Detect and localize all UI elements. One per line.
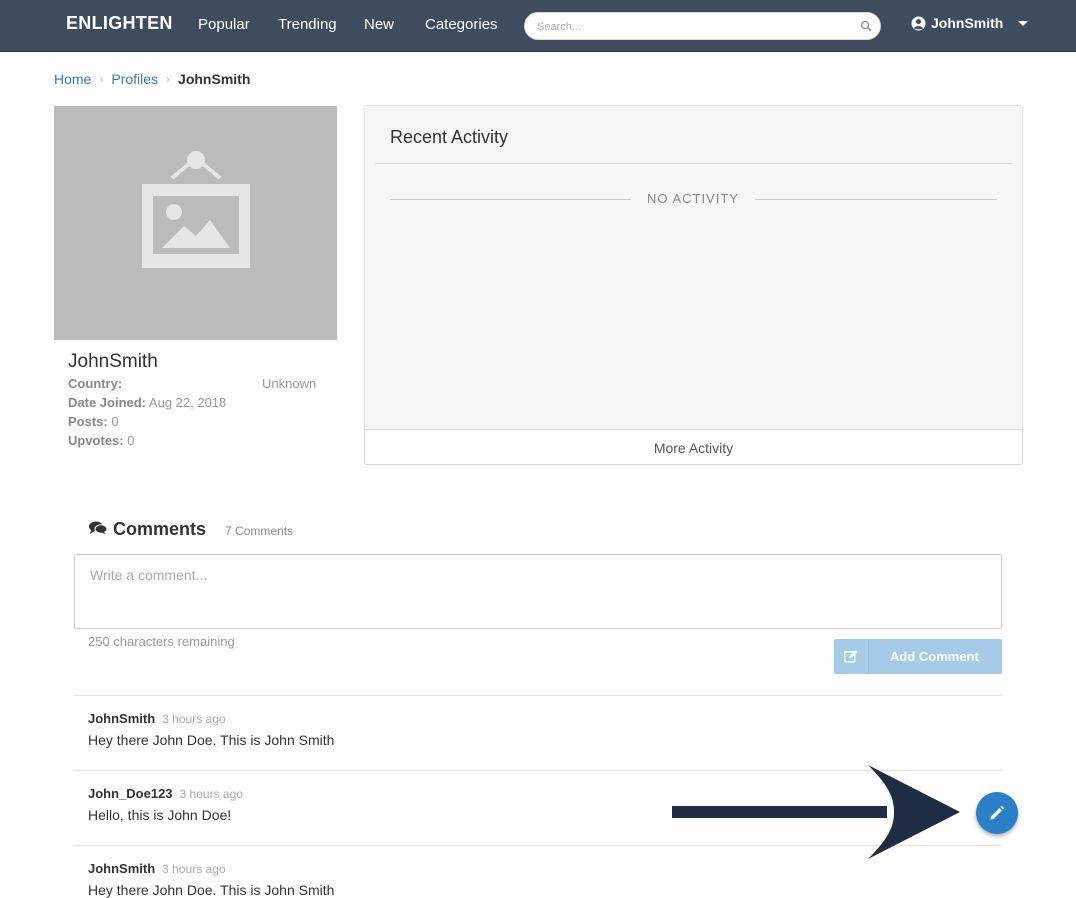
chevron-right-icon: › xyxy=(166,72,171,86)
breadcrumb-home[interactable]: Home xyxy=(54,71,91,87)
comment-meta: JohnSmith 3 hours ago xyxy=(88,711,226,726)
nav-popular[interactable]: Popular xyxy=(198,16,250,33)
profile-upvotes: Upvotes: 0 xyxy=(68,433,135,448)
comments-icon xyxy=(89,521,107,535)
nav-categories[interactable]: Categories xyxy=(425,16,498,33)
comment-meta: JohnSmith 3 hours ago xyxy=(88,861,226,876)
chars-remaining: 250 characters remaining xyxy=(88,634,235,649)
comment-box xyxy=(74,554,1002,629)
profile-username: JohnSmith xyxy=(68,351,158,372)
comment-text: Hey there John Doe. This is John Smith xyxy=(88,882,335,898)
breadcrumb: Home › Profiles › JohnSmith xyxy=(54,71,250,87)
edit-icon xyxy=(844,650,858,663)
edit-fab-button[interactable] xyxy=(976,792,1018,834)
nav-trending[interactable]: Trending xyxy=(278,16,337,33)
pencil-icon xyxy=(990,805,1005,820)
profile-country-value: Unknown xyxy=(262,376,317,391)
user-circle-icon xyxy=(911,16,926,30)
comments-count: 7 Comments xyxy=(225,524,294,538)
profile-date-joined: Date Joined: Aug 22, 2018 xyxy=(68,395,227,410)
arrow-right-icon xyxy=(672,765,960,859)
add-comment-button[interactable]: Add Comment xyxy=(834,639,1002,674)
divider xyxy=(755,199,997,200)
breadcrumb-current: JohnSmith xyxy=(178,71,251,87)
comment-text: Hello, this is John Doe! xyxy=(88,807,232,823)
user-menu[interactable]: JohnSmith xyxy=(911,15,1029,31)
search-input[interactable] xyxy=(535,17,859,37)
add-comment-label: Add Comment xyxy=(890,649,979,664)
profile-country: Country: xyxy=(68,376,123,391)
search-bar xyxy=(524,12,881,40)
brand-logo[interactable]: ENLIGHTEN xyxy=(66,13,173,34)
comments-header: Comments 7 Comments xyxy=(89,519,293,540)
edit-icon-wrap xyxy=(834,639,869,674)
comment-text: Hey there John Doe. This is John Smith xyxy=(88,732,335,748)
divider xyxy=(390,199,631,200)
breadcrumb-profiles[interactable]: Profiles xyxy=(111,71,158,87)
navbar: ENLIGHTEN Popular Trending New Categorie… xyxy=(0,0,1076,52)
no-activity-label: NO ACTIVITY xyxy=(647,191,739,206)
comment-author[interactable]: JohnSmith xyxy=(88,861,155,876)
user-menu-label: JohnSmith xyxy=(931,15,1004,31)
divider xyxy=(375,163,1012,164)
recent-activity-panel: Recent Activity NO ACTIVITY More Activit… xyxy=(364,105,1023,465)
avatar xyxy=(54,106,337,340)
comment-input[interactable] xyxy=(88,565,982,623)
profile-posts: Posts: 0 xyxy=(68,414,119,429)
comment-author[interactable]: JohnSmith xyxy=(88,711,155,726)
comment-meta: John_Doe123 3 hours ago xyxy=(88,786,243,801)
comments-title: Comments xyxy=(113,519,207,539)
comment-time: 3 hours ago xyxy=(162,862,226,876)
recent-activity-title: Recent Activity xyxy=(390,127,509,147)
caret-down-icon xyxy=(1018,20,1029,26)
divider xyxy=(74,695,1002,696)
search-icon[interactable] xyxy=(860,20,872,32)
chevron-right-icon: › xyxy=(99,72,104,86)
comment-time: 3 hours ago xyxy=(179,787,243,801)
nav-new[interactable]: New xyxy=(364,16,394,33)
image-placeholder-icon xyxy=(142,151,250,268)
more-activity-button[interactable]: More Activity xyxy=(364,429,1023,465)
comment-author[interactable]: John_Doe123 xyxy=(88,786,173,801)
comment-time: 3 hours ago xyxy=(162,712,226,726)
